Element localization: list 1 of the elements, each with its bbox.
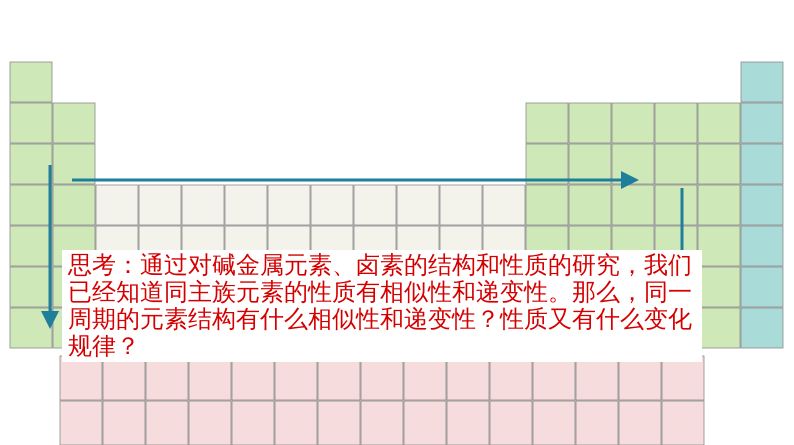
question-text: 思考：通过对碱金属元素、卤素的结构和性质的研究，我们已经知道同主族元素的性质有相似性和递变性。那么，同一周期的元素结构有什么相似性和递变性？性质又有什么变化规律？ xyxy=(68,252,693,360)
